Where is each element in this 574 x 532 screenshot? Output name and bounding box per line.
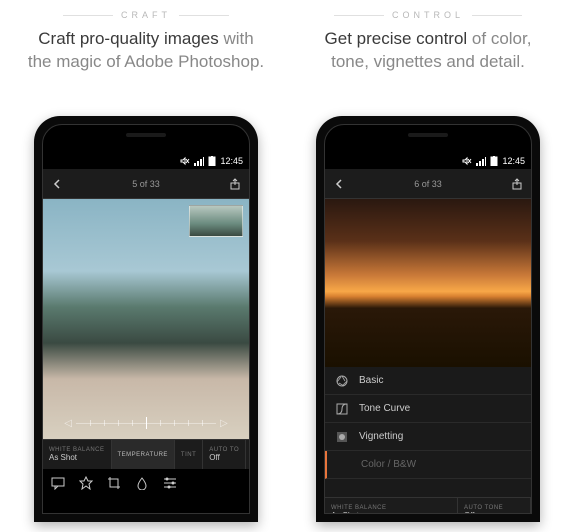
curve-icon — [335, 402, 349, 416]
param-auto-tone[interactable]: AUTO TO Off — [203, 440, 246, 469]
ruler-left-icon: ◁ — [60, 418, 76, 429]
param-temperature[interactable]: TEMPERATURE — [112, 440, 175, 469]
headline-strong: Craft pro-quality images — [38, 29, 218, 48]
chat-icon[interactable] — [51, 476, 65, 490]
crop-icon[interactable] — [107, 476, 121, 490]
app-bar: 6 of 33 — [325, 169, 531, 199]
status-time: 12:45 — [220, 156, 243, 166]
panel-craft: CRAFT Craft pro-quality images with the … — [25, 10, 267, 522]
signal-icon — [194, 156, 204, 166]
phone-mockup: 12:45 6 of 33 Basic — [316, 116, 540, 522]
photo-preview[interactable] — [325, 199, 531, 367]
phone-mockup: 12:45 5 of 33 ◁ — [34, 116, 258, 522]
ruler-right-icon: ▷ — [216, 418, 232, 429]
phone-speaker — [408, 133, 448, 137]
color-bw-icon — [337, 458, 351, 472]
adjustment-ruler[interactable]: ◁ ▷ — [43, 413, 249, 433]
mute-icon — [180, 156, 190, 166]
share-icon[interactable] — [229, 178, 241, 190]
menu-label: Basic — [359, 375, 383, 386]
photo-counter: 6 of 33 — [345, 179, 511, 189]
section-label: CONTROL — [392, 10, 464, 20]
signal-icon — [476, 156, 486, 166]
histogram-inset[interactable] — [189, 205, 243, 237]
share-icon[interactable] — [511, 178, 523, 190]
param-tint[interactable]: TINT — [175, 440, 203, 469]
status-time: 12:45 — [502, 156, 525, 166]
photo-preview[interactable]: ◁ ▷ — [43, 199, 249, 439]
back-icon[interactable] — [51, 178, 63, 190]
battery-icon — [490, 156, 498, 166]
status-bar: 12:45 — [325, 153, 531, 169]
panel-control: CONTROL Get precise control of color, to… — [307, 10, 549, 522]
bottom-toolbar — [43, 469, 249, 497]
param-white-balance[interactable]: WHITE BALANCE As Shot — [325, 498, 458, 514]
menu-label: Vignetting — [359, 431, 403, 442]
star-icon[interactable] — [79, 476, 93, 490]
menu-vignetting[interactable]: Vignetting — [325, 423, 531, 451]
app-bar: 5 of 33 — [43, 169, 249, 199]
param-strip: WHITE BALANCE As Shot TEMPERATURE TINT A… — [43, 439, 249, 469]
vignette-icon — [335, 430, 349, 444]
section-label: CRAFT — [121, 10, 171, 20]
aperture-icon — [335, 374, 349, 388]
droplet-icon[interactable] — [135, 476, 149, 490]
mute-icon — [462, 156, 472, 166]
menu-basic[interactable]: Basic — [325, 367, 531, 395]
photo-counter: 5 of 33 — [63, 179, 229, 189]
status-bar: 12:45 — [43, 153, 249, 169]
menu-label: Color / B&W — [361, 459, 416, 470]
param-strip: WHITE BALANCE As Shot AUTO TONE Off — [325, 497, 531, 514]
headline-strong: Get precise control — [325, 29, 468, 48]
edit-menu: Basic Tone Curve Vignetting Color / — [325, 367, 531, 497]
headline: Get precise control of color, tone, vign… — [307, 28, 549, 98]
menu-label: Tone Curve — [359, 403, 410, 414]
menu-tone-curve[interactable]: Tone Curve — [325, 395, 531, 423]
param-auto-tone[interactable]: AUTO TONE Off — [458, 498, 531, 514]
headline: Craft pro-quality images with the magic … — [25, 28, 267, 98]
sliders-icon[interactable] — [163, 476, 177, 490]
param-white-balance[interactable]: WHITE BALANCE As Shot — [43, 440, 112, 469]
phone-speaker — [126, 133, 166, 137]
back-icon[interactable] — [333, 178, 345, 190]
battery-icon — [208, 156, 216, 166]
menu-color-bw[interactable]: Color / B&W — [325, 451, 531, 479]
